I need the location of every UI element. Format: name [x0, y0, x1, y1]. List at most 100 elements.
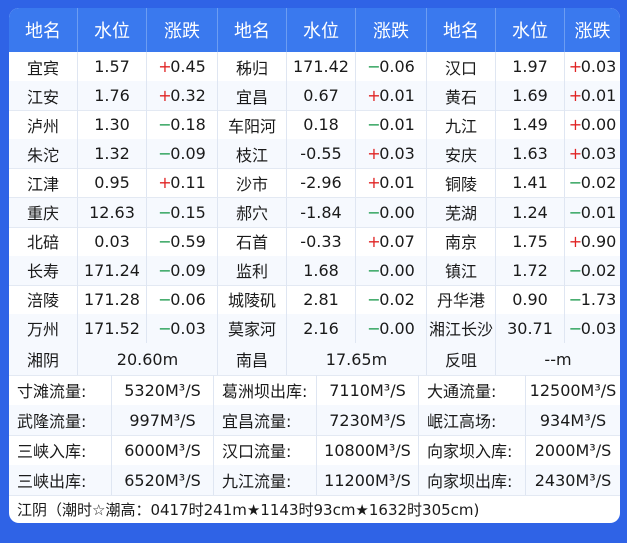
table-header: 地名 水位 涨跌 地名 水位 涨跌 地名 水位 涨跌: [9, 8, 620, 52]
flow-value: 934M³/S: [539, 410, 607, 430]
level-change: −0.06: [356, 52, 427, 81]
station-name: 泸州: [9, 110, 78, 140]
level-change: −0.00: [356, 197, 427, 227]
fall-sign: −: [568, 318, 583, 338]
water-level: 171.28: [78, 284, 147, 314]
extra-level-name: 湘阴: [9, 343, 78, 375]
level-change-value: 0.06: [379, 57, 415, 76]
station-name: 南京: [427, 226, 496, 256]
water-level: 1.68: [287, 255, 356, 285]
level-change-value: 0.03: [580, 144, 617, 164]
level-change: −0.18: [147, 110, 218, 140]
table-row: 涪陵 171.28−0.06 城陵矶 2.81−0.02 丹华港 0.90−1.73: [9, 284, 620, 315]
level-change-value: 0.09: [170, 260, 206, 280]
flow-label: 寸滩流量:: [9, 375, 112, 405]
header-level: 水位: [78, 8, 147, 52]
flow-row: 武隆流量: 997M³/S 宜昌流量: 7230M³/S 岷江高场: 934M³/S: [9, 405, 620, 436]
water-level: 171.42: [287, 52, 356, 81]
level-change: −0.01: [356, 110, 427, 140]
flow-row: 寸滩流量: 5320M³/S 葛洲坝出库: 7110M³/S 大通流量: 12500M³/…: [9, 375, 620, 406]
water-level: 171.24: [78, 255, 147, 285]
level-change-value: 0.01: [580, 202, 617, 222]
water-level: 0.67: [287, 81, 356, 111]
table-row: 朱沱 1.32−0.09 枝江 -0.55 +0.03 安庆 1.63 +0.03: [9, 139, 620, 170]
level-change-value: 0.03: [580, 318, 617, 338]
tide-row: 江阴（潮时☆潮高：0417时241m★1143时93cm★1632时305cm): [9, 495, 620, 523]
water-level-panel: 地名 水位 涨跌 地名 水位 涨跌 地名 水位 涨跌 宜宾 1.57 +0.45 秭归…: [9, 8, 620, 523]
level-change-value: 0.02: [379, 289, 415, 309]
water-level: 1.76: [78, 81, 147, 111]
water-level: -0.33: [287, 226, 356, 256]
level-change: −0.00: [356, 255, 427, 285]
station-name: 芜湖: [427, 197, 496, 227]
water-level: -1.84: [287, 197, 356, 227]
fall-sign: −: [158, 318, 172, 338]
flow-label: 葛洲坝出库:: [214, 375, 317, 405]
flow-value: 6520M³/S: [112, 465, 214, 495]
flow-label: 三峡入库:: [9, 435, 112, 465]
level-change: −0.15: [147, 197, 218, 227]
level-change: −0.00: [356, 313, 427, 343]
rise-sign: +: [568, 115, 583, 135]
tide-info: 江阴（潮时☆潮高：0417时241m★1143时93cm★1632时305cm): [17, 500, 480, 519]
water-level: 0.95: [78, 168, 147, 198]
level-change-value: 0.03: [580, 57, 617, 76]
table-row: 长寿 171.24−0.09 监利 1.68−0.00 镇江 1.72−0.02: [9, 255, 620, 286]
level-change-value: 0.07: [379, 231, 415, 251]
flow-label: 大通流量:: [419, 375, 526, 405]
water-level: 12.63: [78, 197, 147, 227]
header-change: 涨跌: [147, 8, 218, 52]
flow-value: 11200M³/S: [317, 465, 419, 495]
table-row: 江安 1.76 +0.32 宜昌 0.67 +0.01 黄石 1.69 +0.01: [9, 81, 620, 112]
fall-sign: −: [367, 115, 381, 135]
station-name: 宜昌: [218, 81, 287, 111]
level-change: +0.03: [565, 139, 620, 168]
header-change: 涨跌: [574, 21, 611, 42]
level-change-value: 0.32: [170, 86, 206, 106]
header-name: 地名: [218, 8, 287, 52]
station-name: 长寿: [9, 255, 78, 285]
station-name: 城陵矶: [218, 284, 287, 314]
level-change: −0.02: [565, 168, 620, 197]
flow-label: 汉口流量:: [214, 435, 317, 465]
level-change-value: 0.03: [379, 144, 415, 164]
table-row: 重庆 12.63−0.15 郝穴 -1.84−0.00 芜湖 1.24−0.01: [9, 197, 620, 228]
station-name: 郝穴: [218, 197, 287, 227]
level-change-value: 0.00: [379, 202, 415, 222]
level-change: +0.03: [565, 52, 620, 81]
level-change-value: 0.90: [580, 231, 617, 251]
fall-sign: −: [367, 57, 381, 76]
water-level: 1.75: [496, 226, 565, 256]
flow-label: 岷江高场:: [419, 405, 526, 435]
station-name: 沙市: [218, 168, 287, 198]
fall-sign: −: [568, 289, 583, 309]
station-name: 重庆: [9, 197, 78, 227]
fall-sign: −: [158, 260, 172, 280]
extra-level-name: 南昌: [218, 343, 287, 375]
water-level: 1.49: [496, 110, 565, 140]
level-change: +0.45: [147, 52, 218, 81]
level-change: +0.90: [565, 227, 620, 256]
rise-sign: +: [568, 57, 583, 76]
station-name: 丹华港: [427, 284, 496, 314]
station-name: 镇江: [427, 255, 496, 285]
flow-label: 九江流量:: [214, 465, 317, 495]
fall-sign: −: [158, 202, 172, 222]
fall-sign: −: [367, 289, 381, 309]
water-level: 1.32: [78, 139, 147, 169]
rise-sign: +: [158, 173, 172, 193]
water-level: -2.96: [287, 168, 356, 198]
station-name: 监利: [218, 255, 287, 285]
flow-label: 宜昌流量:: [214, 405, 317, 435]
extra-level-value: --m: [544, 349, 572, 369]
level-change-value: 0.01: [379, 173, 415, 193]
level-change: −0.03: [147, 313, 218, 343]
station-name: 江安: [9, 81, 78, 111]
extra-level-value: 17.65m: [287, 343, 427, 375]
table-row: 宜宾 1.57 +0.45 秭归 171.42−0.06 汉口 1.97 +0.03: [9, 52, 620, 82]
flow-value: 7230M³/S: [317, 405, 419, 435]
water-level: 1.69: [496, 81, 565, 111]
fall-sign: −: [158, 231, 172, 251]
station-name: 朱沱: [9, 139, 78, 169]
flow-value: 2430M³/S: [534, 470, 612, 490]
